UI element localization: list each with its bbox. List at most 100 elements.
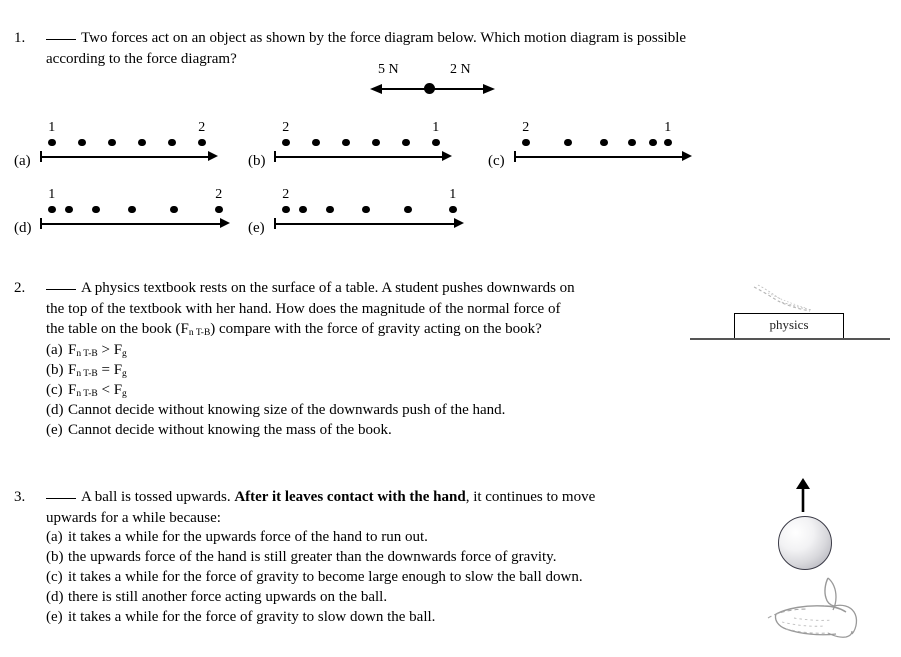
option-c-gravity-symbol: F — [113, 382, 123, 398]
question-3-option-b-label: (b) — [46, 549, 64, 565]
motion-diagram-d-axis-line — [40, 223, 221, 225]
motion-diagram-a-start-label: 1 — [48, 120, 56, 135]
question-3-option-c-label: (c) — [46, 569, 63, 585]
answer-blank-2[interactable] — [46, 289, 76, 290]
motion-diagram-a-axis-arrowhead — [208, 151, 218, 162]
force-arrow-right — [483, 83, 495, 94]
motion-diagram-b-axis-arrowhead — [442, 151, 452, 162]
question-3-option-a[interactable]: (a) it takes a while for the upwards forc… — [46, 527, 428, 548]
question-3-option-b[interactable]: (b) the upwards force of the hand is stil… — [46, 547, 556, 568]
answer-blank-1[interactable] — [46, 39, 76, 40]
motion-diagram-b-dot — [282, 138, 290, 146]
motion-diagram-e[interactable]: (e) 2 1 — [248, 185, 493, 236]
up-arrow-icon — [796, 478, 810, 512]
force-label-right: 2 N — [450, 62, 471, 77]
question-3-line2: upwards for a while because: — [46, 509, 221, 526]
textbook-shape: physics — [734, 313, 844, 339]
option-c-relation: < — [101, 382, 110, 398]
motion-diagram-a-letter: (a) — [14, 153, 31, 169]
hand-icon — [767, 577, 858, 638]
motion-diagram-d-dot — [48, 205, 56, 213]
motion-diagram-c-dot — [600, 138, 608, 146]
motion-diagram-a[interactable]: (a) 1 2 — [14, 118, 244, 169]
table-surface-line — [690, 338, 890, 340]
option-b-gravity-subscript: g — [122, 369, 127, 379]
motion-diagram-c-axis-arrowhead — [682, 151, 692, 162]
motion-diagram-b-dot — [342, 138, 350, 146]
motion-diagram-d-dot — [128, 205, 136, 213]
question-3-text-post: , it continues to move — [465, 489, 596, 505]
motion-diagram-b-dot — [432, 138, 440, 146]
worksheet-page: 1. Two forces act on an object as shown … — [0, 0, 901, 657]
question-2-line3-b: ) compare with the force of gravity acti… — [210, 321, 542, 337]
question-3-number: 3. — [14, 489, 26, 505]
option-b-relation: = — [101, 362, 110, 378]
motion-diagram-d-dot — [92, 205, 100, 213]
motion-diagram-c-dot — [664, 138, 672, 146]
motion-diagram-d-start-label: 1 — [48, 187, 56, 202]
motion-diagram-e-dot — [404, 205, 412, 213]
motion-diagram-a-axis — [40, 151, 218, 162]
question-3-option-d[interactable]: (d) there is still another force acting u… — [46, 587, 387, 608]
question-2-line1: A physics textbook rests on the surface … — [81, 280, 575, 296]
question-2-option-e[interactable]: (e) Cannot decide without knowing the mas… — [46, 420, 392, 441]
question-3-text-pre: A ball is tossed upwards. — [81, 489, 235, 505]
force-arrow-left — [370, 83, 382, 94]
motion-diagram-c-axis-line — [514, 156, 683, 158]
motion-diagram-e-axis — [274, 218, 464, 229]
question-2-option-a-label: (a) — [46, 342, 63, 358]
option-a-gravity-subscript: g — [122, 349, 127, 359]
force-label-left: 5 N — [378, 62, 399, 77]
motion-diagram-e-dot — [449, 205, 457, 213]
option-b-force-subscript: n T-B — [76, 369, 98, 379]
question-2-line3-a: the table on the book (F — [46, 321, 189, 337]
question-2-option-d-label: (d) — [46, 402, 64, 418]
question-3-option-b-text: the upwards force of the hand is still g… — [68, 549, 557, 565]
motion-diagram-b-letter: (b) — [248, 153, 266, 169]
ball-toss-illustration — [767, 478, 890, 643]
force-object-dot — [424, 83, 435, 94]
motion-diagram-a-axis-line — [40, 156, 209, 158]
question-1-line1: Two forces act on an object as shown by … — [81, 30, 687, 46]
motion-diagram-c-dot — [628, 138, 636, 146]
motion-diagram-a-dot — [168, 138, 176, 146]
motion-diagram-a-dot — [108, 138, 116, 146]
motion-diagram-e-dot — [362, 205, 370, 213]
question-2-option-c-label: (c) — [46, 382, 63, 398]
question-2-number: 2. — [14, 280, 26, 296]
motion-diagram-c[interactable]: (c) 2 1 — [488, 118, 718, 169]
option-a-gravity-symbol: F — [113, 342, 123, 358]
question-2-option-b-label: (b) — [46, 362, 64, 378]
motion-diagram-c-dot — [522, 138, 530, 146]
question-3-option-d-label: (d) — [46, 589, 64, 605]
motion-diagram-e-dot — [326, 205, 334, 213]
question-2-option-d[interactable]: (d) Cannot decide without knowing size of… — [46, 400, 505, 421]
motion-diagram-e-axis-line — [274, 223, 455, 225]
motion-diagram-d-end-label: 2 — [215, 187, 223, 202]
motion-diagram-e-dot — [282, 205, 290, 213]
motion-diagram-e-axis-arrowhead — [454, 218, 464, 229]
motion-diagram-e-start-label: 2 — [282, 187, 290, 202]
force-diagram: 5 N 2 N — [370, 62, 495, 100]
question-2-line2: the top of the textbook with her hand. H… — [46, 300, 561, 317]
question-2-option-d-text: Cannot decide without knowing size of th… — [68, 402, 506, 418]
motion-diagram-c-letter: (c) — [488, 153, 505, 169]
option-a-force-subscript: n T-B — [76, 349, 98, 359]
motion-diagram-d-axis-arrowhead — [220, 218, 230, 229]
question-3-option-e[interactable]: (e) it takes a while for the force of gra… — [46, 607, 435, 628]
motion-diagram-c-dot — [649, 138, 657, 146]
option-c-gravity-subscript: g — [122, 389, 127, 399]
motion-diagram-b[interactable]: (b) 2 1 — [248, 118, 478, 169]
textbook-label: physics — [769, 317, 809, 332]
motion-diagram-e-letter: (e) — [248, 220, 265, 236]
question-2-text: A physics textbook rests on the surface … — [46, 278, 696, 344]
motion-diagram-a-dot — [198, 138, 206, 146]
motion-diagram-b-axis — [274, 151, 452, 162]
answer-blank-3[interactable] — [46, 498, 76, 499]
motion-diagram-c-dot — [564, 138, 572, 146]
question-2-line3-subscript: n T-B — [188, 328, 211, 338]
motion-diagram-b-end-label: 1 — [432, 120, 440, 135]
motion-diagram-d[interactable]: (d) 1 2 — [14, 185, 259, 236]
question-3-option-c[interactable]: (c) it takes a while for the force of gra… — [46, 567, 583, 588]
motion-diagram-c-end-label: 1 — [664, 120, 672, 135]
